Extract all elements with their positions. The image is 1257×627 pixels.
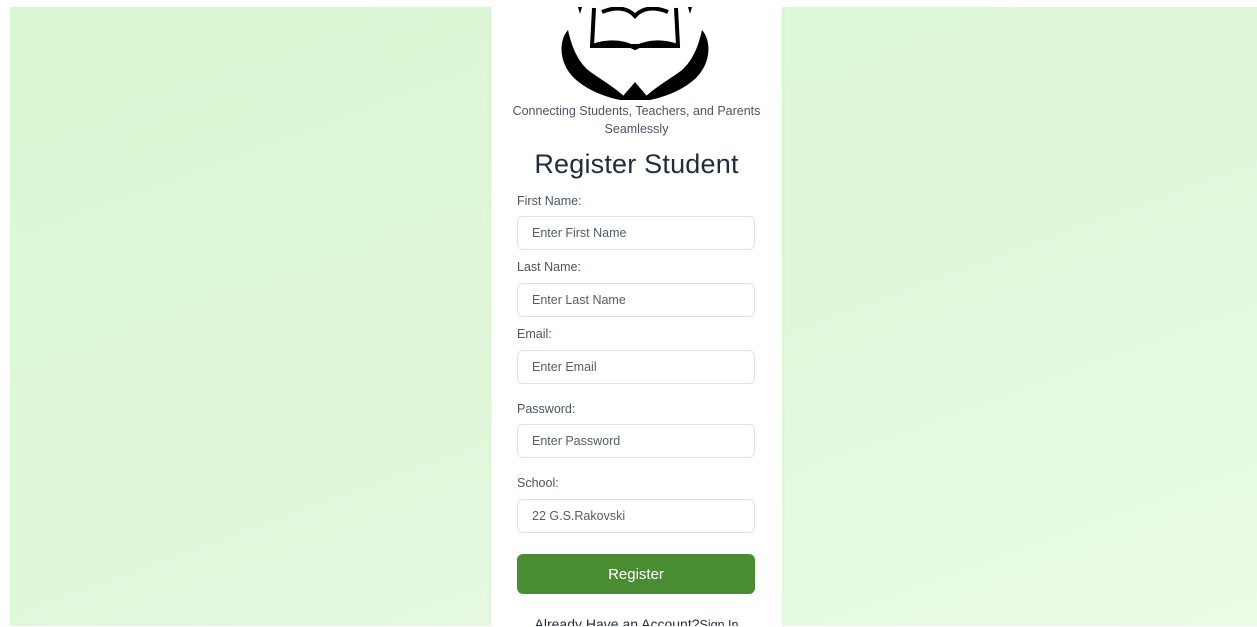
signin-row: Already Have an Account?Sign In	[491, 616, 782, 626]
signin-link[interactable]: Sign In	[700, 618, 739, 626]
last-name-label: Last Name:	[517, 260, 581, 274]
register-card: Connecting Students, Teachers, and Paren…	[491, 7, 782, 626]
password-input[interactable]	[517, 424, 755, 458]
tagline: Connecting Students, Teachers, and Paren…	[512, 104, 761, 136]
signin-prompt: Already Have an Account?	[534, 616, 700, 626]
school-label: School:	[517, 476, 559, 490]
password-label: Password:	[517, 402, 576, 416]
first-name-label: First Name:	[517, 194, 582, 208]
open-book-in-hands-icon	[561, 7, 709, 100]
first-name-input[interactable]	[517, 216, 755, 250]
last-name-input[interactable]	[517, 283, 755, 317]
page-background: Connecting Students, Teachers, and Paren…	[10, 7, 1257, 626]
page-title: Register Student	[534, 149, 739, 179]
register-button[interactable]: Register	[517, 554, 755, 594]
email-input[interactable]	[517, 350, 755, 384]
school-input[interactable]	[517, 499, 755, 533]
email-label: Email:	[517, 327, 552, 341]
